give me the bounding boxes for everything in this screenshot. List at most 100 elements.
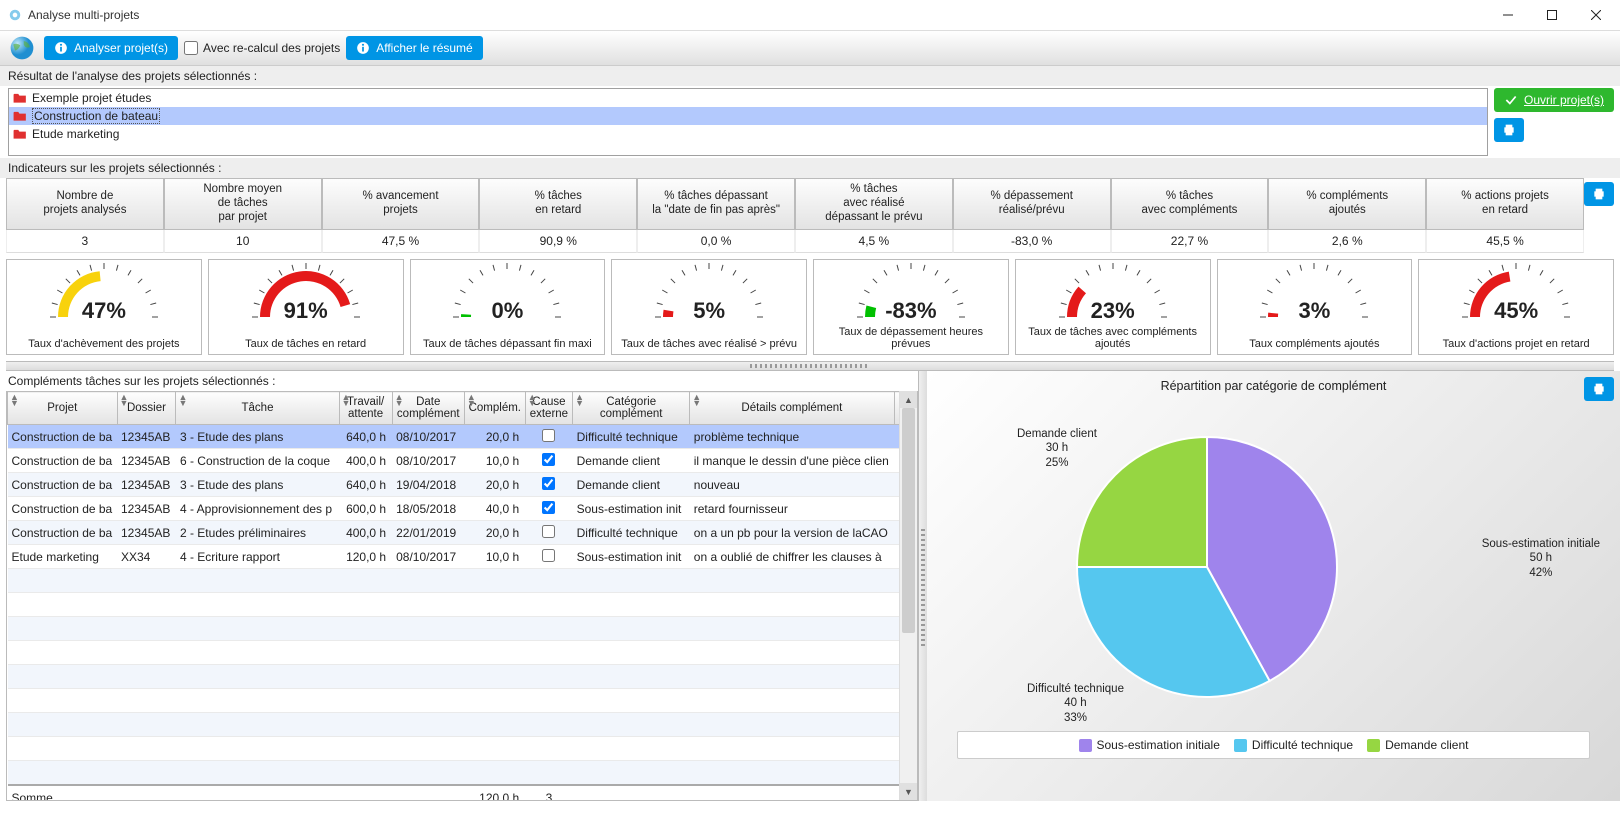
grid-vertical-scrollbar[interactable]: ▲ ▼ bbox=[899, 391, 917, 800]
recalc-checkbox[interactable] bbox=[184, 41, 198, 55]
project-list-item[interactable]: Etude marketing bbox=[9, 125, 1487, 143]
print-icon bbox=[1501, 122, 1517, 138]
grid-column-header[interactable]: ▲▼Causeexterne bbox=[525, 392, 572, 425]
vertical-splitter[interactable] bbox=[919, 371, 927, 801]
sort-icon[interactable]: ▲▼ bbox=[692, 394, 701, 407]
grid-row[interactable]: Etude marketingXX344 - Ecriture rapport … bbox=[8, 545, 917, 569]
grid-column-header[interactable]: ▲▼Travail/attente bbox=[339, 392, 392, 425]
indicator-header[interactable]: % avancementprojets bbox=[322, 178, 480, 230]
grid-row-empty bbox=[8, 689, 917, 713]
indicator-value: 4,5 % bbox=[795, 230, 953, 253]
indicator-header[interactable]: % tâchesavec réalisédépassant le prévu bbox=[795, 178, 953, 230]
sort-icon[interactable]: ▲▼ bbox=[178, 394, 187, 407]
recalc-checkbox-wrap[interactable]: Avec re-calcul des projets bbox=[184, 36, 340, 60]
grid-row-empty bbox=[8, 737, 917, 761]
grid-row[interactable]: Construction de ba12345AB6 - Constructio… bbox=[8, 449, 917, 473]
open-label: Ouvrir projet(s) bbox=[1524, 93, 1604, 107]
sort-icon[interactable]: ▲▼ bbox=[575, 394, 584, 407]
scroll-down-icon[interactable]: ▼ bbox=[900, 783, 917, 800]
complements-grid[interactable]: ▲▼Projet▲▼Dossier▲▼Tâche▲▼Travail/attent… bbox=[6, 391, 918, 801]
indicator-value: 47,5 % bbox=[322, 230, 480, 253]
grid-row-empty bbox=[8, 713, 917, 737]
gauge-value: 0% bbox=[411, 298, 605, 324]
project-list[interactable]: Exemple projet étudesConstruction de bat… bbox=[8, 88, 1488, 156]
indicator-value: 3 bbox=[6, 230, 164, 253]
gauge-label: Taux compléments ajoutés bbox=[1245, 338, 1383, 350]
indicator-header[interactable]: Nombre moyende tâchespar projet bbox=[164, 178, 322, 230]
indicator-header[interactable]: Nombre deprojets analysés bbox=[6, 178, 164, 230]
sort-icon[interactable]: ▲▼ bbox=[467, 394, 476, 407]
gauge-value: -83% bbox=[814, 298, 1008, 324]
external-cause-checkbox[interactable] bbox=[542, 549, 555, 562]
print-projects-button[interactable] bbox=[1494, 118, 1524, 142]
window-title: Analyse multi-projets bbox=[28, 8, 1486, 22]
grid-column-header[interactable]: ▲▼Dossier bbox=[117, 392, 176, 425]
grid-column-header[interactable]: ▲▼Complém. bbox=[464, 392, 525, 425]
info-icon bbox=[356, 41, 370, 55]
summary-label: Afficher le résumé bbox=[376, 41, 473, 55]
sort-icon[interactable]: ▲▼ bbox=[120, 394, 129, 407]
gauge-label: Taux de tâches avec compléments ajoutés bbox=[1016, 326, 1210, 350]
sort-icon[interactable]: ▲▼ bbox=[395, 394, 404, 407]
grid-row-empty bbox=[8, 665, 917, 689]
analyse-projects-button[interactable]: Analyser projet(s) bbox=[44, 36, 178, 60]
legend-item: Difficulté technique bbox=[1234, 738, 1353, 752]
scroll-up-icon[interactable]: ▲ bbox=[900, 391, 917, 408]
recalc-label: Avec re-calcul des projets bbox=[203, 41, 340, 55]
indicator-header[interactable]: % tâchesavec compléments bbox=[1111, 178, 1269, 230]
globe-icon[interactable] bbox=[6, 32, 38, 64]
grid-column-header[interactable]: ▲▼Catégoriecomplément bbox=[573, 392, 690, 425]
open-projects-button[interactable]: Ouvrir projet(s) bbox=[1494, 88, 1614, 112]
external-cause-checkbox[interactable] bbox=[542, 429, 555, 442]
gauge: 5%Taux de tâches avec réalisé > prévu bbox=[611, 259, 807, 355]
indicator-header[interactable]: % dépassementréalisé/prévu bbox=[953, 178, 1111, 230]
analyse-label: Analyser projet(s) bbox=[74, 41, 168, 55]
pie-chart-title: Répartition par catégorie de complément bbox=[927, 371, 1620, 397]
external-cause-checkbox[interactable] bbox=[542, 525, 555, 538]
grid-row[interactable]: Construction de ba12345AB2 - Etudes prél… bbox=[8, 521, 917, 545]
project-list-item[interactable]: Exemple projet études bbox=[9, 89, 1487, 107]
gauge-label: Taux de dépassement heures prévues bbox=[814, 326, 1008, 350]
indicator-header[interactable]: % tâchesen retard bbox=[479, 178, 637, 230]
grid-sum-row: Somme120,0 h3 bbox=[8, 785, 917, 801]
gauges-row: 47%Taux d'achèvement des projets 91%Taux… bbox=[0, 253, 1620, 361]
grid-column-header[interactable]: ▲▼Détails complément bbox=[690, 392, 894, 425]
external-cause-checkbox[interactable] bbox=[542, 477, 555, 490]
maximize-button[interactable] bbox=[1530, 1, 1574, 29]
grid-row[interactable]: Construction de ba12345AB4 - Approvision… bbox=[8, 497, 917, 521]
legend-swatch bbox=[1367, 739, 1380, 752]
gauge-value: 47% bbox=[7, 298, 201, 324]
print-icon bbox=[1591, 381, 1607, 397]
indicator-value: 0,0 % bbox=[637, 230, 795, 253]
grid-row[interactable]: Construction de ba12345AB3 - Etude des p… bbox=[8, 473, 917, 497]
grid-row[interactable]: Construction de ba12345AB3 - Etude des p… bbox=[8, 425, 917, 449]
project-list-item[interactable]: Construction de bateau bbox=[9, 107, 1487, 125]
print-indicators-button[interactable] bbox=[1584, 182, 1614, 206]
indicator-header[interactable]: % tâches dépassantla "date de fin pas ap… bbox=[637, 178, 795, 230]
show-summary-button[interactable]: Afficher le résumé bbox=[346, 36, 483, 60]
grid-column-header[interactable]: ▲▼Projet bbox=[8, 392, 118, 425]
indicator-header[interactable]: % actions projetsen retard bbox=[1426, 178, 1584, 230]
results-section-label: Résultat de l'analyse des projets sélect… bbox=[0, 66, 1620, 86]
horizontal-splitter[interactable] bbox=[6, 361, 1614, 371]
grid-column-header[interactable]: ▲▼Datecomplément bbox=[392, 392, 464, 425]
grid-row-empty bbox=[8, 593, 917, 617]
info-icon bbox=[54, 41, 68, 55]
sort-icon[interactable]: ▲▼ bbox=[10, 394, 19, 407]
external-cause-checkbox[interactable] bbox=[542, 501, 555, 514]
gauge: 23%Taux de tâches avec compléments ajout… bbox=[1015, 259, 1211, 355]
grid-column-header[interactable]: ▲▼Tâche bbox=[176, 392, 339, 425]
external-cause-checkbox[interactable] bbox=[542, 453, 555, 466]
indicator-header[interactable]: % complémentsajoutés bbox=[1268, 178, 1426, 230]
minimize-button[interactable] bbox=[1486, 1, 1530, 29]
legend-item: Demande client bbox=[1367, 738, 1468, 752]
folder-icon bbox=[13, 110, 27, 122]
folder-icon bbox=[13, 128, 27, 140]
scroll-thumb[interactable] bbox=[902, 408, 915, 633]
close-button[interactable] bbox=[1574, 1, 1618, 29]
gauge-label: Taux de tâches avec réalisé > prévu bbox=[617, 338, 801, 350]
sort-icon[interactable]: ▲▼ bbox=[342, 394, 351, 407]
grid-row-empty bbox=[8, 617, 917, 641]
sort-icon[interactable]: ▲▼ bbox=[528, 394, 537, 407]
gauge-value: 3% bbox=[1218, 298, 1412, 324]
